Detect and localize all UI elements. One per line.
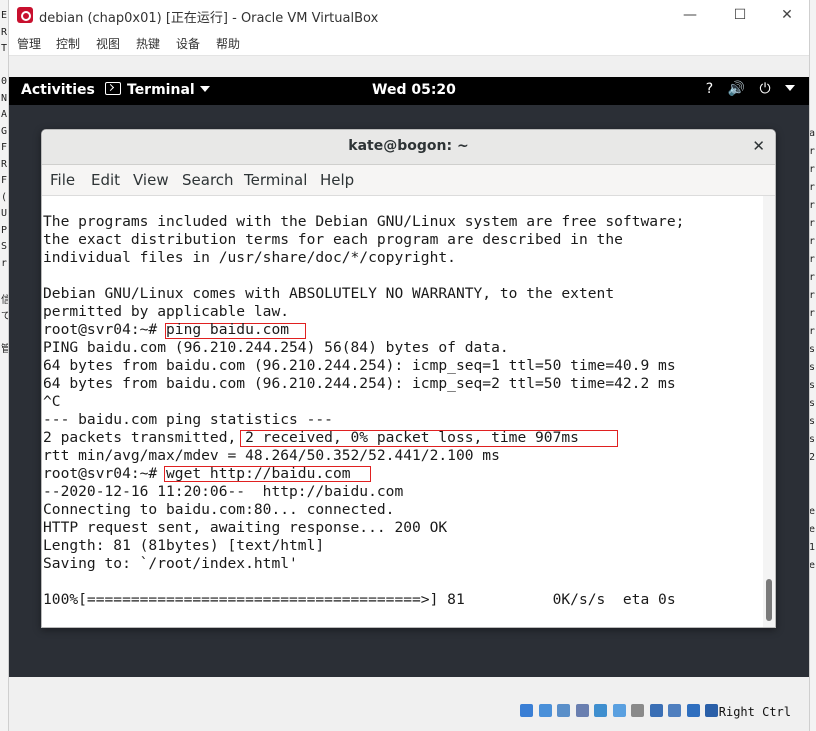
terminal-line: the exact distribution terms for each pr… bbox=[43, 231, 623, 248]
terminal-line: ^C bbox=[43, 393, 61, 410]
chevron-down-icon bbox=[785, 85, 795, 91]
volume-icon: 🔊 bbox=[727, 81, 746, 97]
menu-help[interactable]: Help bbox=[320, 171, 354, 189]
terminal-menubar: File Edit View Search Terminal Help bbox=[42, 165, 775, 196]
vbox-menubar: 管理 控制 视图 热键 设备 帮助 bbox=[9, 31, 809, 56]
guest-display[interactable]: Activities Terminal Wed 05:20 ? 🔊 ⏻ kate… bbox=[9, 77, 809, 677]
terminal-line: permitted by applicable law. bbox=[43, 303, 290, 320]
background-text: A bbox=[1, 109, 8, 120]
terminal-line: --2020-12-16 11:20:06-- http://baidu.com bbox=[43, 483, 404, 500]
menu-hotkeys[interactable]: 热键 bbox=[136, 35, 160, 52]
menu-edit[interactable]: Edit bbox=[91, 171, 120, 189]
menu-view[interactable]: View bbox=[133, 171, 169, 189]
terminal-line: 64 bytes from baidu.com (96.210.244.254)… bbox=[43, 375, 676, 392]
terminal-icon bbox=[105, 82, 121, 95]
power-icon: ⏻ bbox=[759, 81, 771, 97]
close-icon[interactable]: ✕ bbox=[752, 137, 765, 155]
vbox-titlebar[interactable]: debian (chap0x01) [正在运行] - Oracle VM Vir… bbox=[9, 0, 809, 31]
background-text: 0 bbox=[1, 76, 8, 87]
menu-control[interactable]: 控制 bbox=[56, 35, 80, 52]
terminal-line: 2 packets transmitted, 2 received, 0% pa… bbox=[43, 429, 579, 446]
terminal-line: Saving to: `/root/index.html' bbox=[43, 555, 298, 572]
terminal-line: root@svr04:~# wget http://baidu.com bbox=[43, 465, 351, 482]
app-menu-terminal[interactable]: Terminal bbox=[105, 82, 210, 98]
background-text: ( bbox=[1, 191, 8, 203]
terminal-line: Length: 81 (81bytes) [text/html] bbox=[43, 537, 325, 554]
virtualbox-app-icon bbox=[17, 7, 33, 23]
terminal-line: 64 bytes from baidu.com (96.210.244.254)… bbox=[43, 357, 676, 374]
terminal-title: kate@bogon: ~ bbox=[348, 138, 469, 154]
background-text: F bbox=[1, 175, 8, 186]
terminal-line: PING baidu.com (96.210.244.254) 56(84) b… bbox=[43, 339, 509, 356]
terminal-line: --- baidu.com ping statistics --- bbox=[43, 411, 333, 428]
host-key-label[interactable]: Right Ctrl bbox=[719, 705, 791, 719]
menu-terminal[interactable]: Terminal bbox=[244, 171, 307, 189]
disk-icon[interactable] bbox=[520, 704, 533, 717]
network-icon[interactable] bbox=[557, 704, 570, 717]
terminal-line: rtt min/avg/max/mdev = 48.264/50.352/52.… bbox=[43, 447, 500, 464]
app-menu-label: Terminal bbox=[127, 82, 195, 98]
background-text: R bbox=[1, 158, 8, 170]
clock[interactable]: Wed 05:20 bbox=[372, 82, 456, 98]
background-text: E bbox=[1, 10, 8, 21]
recording-icon[interactable] bbox=[631, 704, 644, 717]
background-text: S bbox=[1, 241, 8, 252]
background-text: R bbox=[1, 26, 8, 38]
scrollbar-thumb[interactable] bbox=[766, 579, 772, 621]
background-text: T bbox=[1, 43, 8, 54]
video-capture-icon[interactable] bbox=[649, 704, 663, 717]
terminal-scrollbar[interactable] bbox=[763, 196, 775, 627]
network-icon: ? bbox=[705, 81, 714, 97]
background-text: F bbox=[1, 142, 8, 153]
vm-icon[interactable] bbox=[668, 704, 681, 717]
vbox-window-title: debian (chap0x01) [正在运行] - Oracle VM Vir… bbox=[39, 11, 379, 26]
menu-devices[interactable]: 设备 bbox=[176, 35, 200, 52]
terminal-line: The programs included with the Debian GN… bbox=[43, 213, 685, 230]
menu-view[interactable]: 视图 bbox=[96, 35, 120, 52]
terminal-window[interactable]: kate@bogon: ~ ✕ File Edit View Search Te… bbox=[41, 129, 776, 628]
terminal-line: individual files in /usr/share/doc/*/cop… bbox=[43, 249, 456, 266]
terminal-line: 100%[===================================… bbox=[43, 591, 676, 608]
mouse-icon[interactable] bbox=[686, 704, 700, 717]
chevron-down-icon bbox=[199, 86, 210, 92]
terminal-output[interactable]: The programs included with the Debian GN… bbox=[42, 196, 763, 627]
shared-folder-icon[interactable] bbox=[594, 704, 607, 717]
terminal-line: Debian GNU/Linux comes with ABSOLUTELY N… bbox=[43, 285, 615, 302]
menu-file[interactable]: File bbox=[50, 171, 75, 189]
menu-help[interactable]: 帮助 bbox=[216, 35, 240, 52]
background-text: N bbox=[1, 92, 8, 104]
terminal-headerbar[interactable]: kate@bogon: ~ ✕ bbox=[42, 130, 775, 165]
gnome-top-bar: Activities Terminal Wed 05:20 ? 🔊 ⏻ bbox=[9, 77, 809, 105]
background-text: G bbox=[1, 125, 8, 137]
maximize-button[interactable]: ☐ bbox=[729, 5, 751, 25]
usb-icon[interactable] bbox=[575, 704, 589, 717]
menu-manage[interactable]: 管理 bbox=[17, 35, 41, 52]
display-icon[interactable] bbox=[612, 704, 626, 717]
menu-search[interactable]: Search bbox=[182, 171, 234, 189]
activities-button[interactable]: Activities bbox=[21, 82, 95, 98]
virtualbox-window: debian (chap0x01) [正在运行] - Oracle VM Vir… bbox=[8, 0, 810, 731]
background-window-left-edge: E R T 0 N A G F R F(U P Sr 信で管 bbox=[0, 0, 11, 731]
close-button[interactable]: ✕ bbox=[776, 5, 798, 25]
background-text: P bbox=[1, 224, 8, 236]
keyboard-icon[interactable] bbox=[705, 704, 718, 717]
terminal-line: HTTP request sent, awaiting response... … bbox=[43, 519, 448, 536]
minimize-button[interactable]: — bbox=[679, 5, 701, 25]
background-text: r bbox=[1, 257, 8, 269]
terminal-line: Connecting to baidu.com:80... connected. bbox=[43, 501, 395, 518]
background-text: U bbox=[1, 208, 8, 219]
vbox-statusbar: Right Ctrl bbox=[9, 700, 809, 725]
terminal-line: root@svr04:~# ping baidu.com bbox=[43, 321, 290, 338]
system-status-area[interactable]: ? 🔊 ⏻ bbox=[696, 81, 795, 97]
optical-icon[interactable] bbox=[538, 704, 552, 717]
